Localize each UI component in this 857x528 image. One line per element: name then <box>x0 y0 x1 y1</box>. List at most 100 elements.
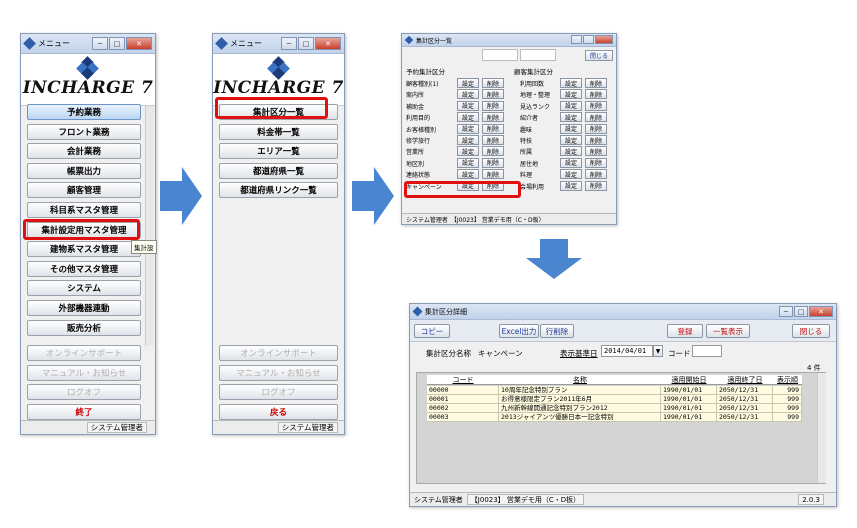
disabled-menu-button[interactable]: ログオフ <box>219 384 338 401</box>
category-list-titlebar[interactable]: 集計区分一覧 <box>402 34 616 47</box>
delete-button[interactable]: 削除 <box>585 78 607 88</box>
delete-button[interactable]: 削除 <box>482 135 504 145</box>
menu-item-button[interactable]: フロント業務 <box>27 123 141 140</box>
column-header[interactable]: 表示順 <box>773 375 802 385</box>
copy-button[interactable]: コピー <box>414 324 450 338</box>
close-button[interactable]: ✕ <box>126 37 152 50</box>
table-cell: 999 <box>773 395 802 404</box>
column-header[interactable]: 適用終了日 <box>717 375 773 385</box>
menu-item-button[interactable]: 顧客管理 <box>27 182 141 199</box>
set-button[interactable]: 設定 <box>560 135 582 145</box>
set-button[interactable]: 設定 <box>457 146 479 157</box>
date-dropdown-button[interactable]: ▼ <box>653 345 663 357</box>
disabled-menu-button[interactable]: マニュアル・お知らせ <box>219 364 338 381</box>
table-row[interactable]: 00003 2013ジャイアンツ優勝日本一記念特別 1990/01/01 2050/1… <box>427 413 802 422</box>
set-button[interactable]: 設定 <box>560 112 582 123</box>
disabled-menu-button[interactable]: ログオフ <box>27 384 141 401</box>
set-button[interactable]: 設定 <box>560 180 582 191</box>
delete-row-button[interactable]: 行削除 <box>540 324 574 338</box>
delete-button[interactable]: 削除 <box>585 123 607 134</box>
set-button[interactable]: 設定 <box>457 89 479 100</box>
main-menu-titlebar[interactable]: メニュー ─ □ ✕ <box>21 34 155 54</box>
menu-item-button[interactable]: 外部機器連動 <box>27 300 141 316</box>
set-button[interactable]: 設定 <box>457 100 479 111</box>
set-button[interactable]: 設定 <box>457 169 479 180</box>
set-button[interactable]: 設定 <box>560 89 582 100</box>
delete-button[interactable]: 削除 <box>585 89 607 100</box>
delete-button[interactable]: 削除 <box>482 78 504 88</box>
minimize-button[interactable]: ─ <box>281 37 297 50</box>
delete-button[interactable]: 削除 <box>585 100 607 111</box>
set-button[interactable]: 設定 <box>560 100 582 111</box>
set-button[interactable]: 設定 <box>457 123 479 134</box>
set-button[interactable]: 設定 <box>560 146 582 157</box>
delete-button[interactable]: 削除 <box>482 146 504 157</box>
table-row[interactable]: 00000 10周年記念特別プラン 1990/01/01 2050/12/31 999 <box>427 386 802 395</box>
submenu-item-button[interactable]: 都道府県リンク一覧 <box>219 182 338 199</box>
menu-scrollbar[interactable] <box>145 106 154 346</box>
column-header[interactable]: 適用開始日 <box>661 375 717 385</box>
register-button[interactable]: 登録 <box>667 324 703 338</box>
sub-menu-titlebar[interactable]: メニュー ─ □ ✕ <box>213 34 344 54</box>
delete-button[interactable]: 削除 <box>482 169 504 180</box>
delete-button[interactable]: 削除 <box>585 157 607 168</box>
menu-item-button[interactable]: その他マスタ管理 <box>27 260 141 277</box>
minimize-button[interactable]: ─ <box>92 37 108 50</box>
disabled-menu-button[interactable]: マニュアル・お知らせ <box>27 364 141 381</box>
set-button[interactable]: 設定 <box>560 157 582 168</box>
menu-item-button[interactable]: システム <box>27 280 141 297</box>
delete-button[interactable]: 削除 <box>482 112 504 123</box>
set-button[interactable]: 設定 <box>457 157 479 168</box>
minimize-button[interactable]: ─ <box>779 306 793 317</box>
set-button[interactable]: 設定 <box>560 123 582 134</box>
menu-item-button[interactable]: 会計業務 <box>27 143 141 160</box>
delete-button[interactable]: 削除 <box>585 180 607 191</box>
close-list-button[interactable]: 閉じる <box>585 50 613 61</box>
column-header[interactable]: 名称 <box>499 375 661 385</box>
menu-item-button[interactable]: 予約業務 <box>27 104 141 120</box>
close-detail-button[interactable]: 閉じる <box>792 324 830 338</box>
excel-export-button[interactable]: Excel出力 <box>499 324 539 338</box>
delete-button[interactable]: 削除 <box>482 100 504 111</box>
delete-button[interactable]: 削除 <box>482 157 504 168</box>
menu-item-button[interactable]: 建物系マスタ管理 <box>27 241 141 258</box>
submenu-item-button[interactable]: エリア一覧 <box>219 143 338 160</box>
code-input[interactable] <box>692 345 722 357</box>
category-detail-titlebar[interactable]: 集計区分詳細 ─ □ ✕ <box>410 304 836 320</box>
delete-button[interactable]: 削除 <box>585 169 607 180</box>
set-button[interactable]: 設定 <box>457 78 479 88</box>
menu-item-button[interactable]: 帳票出力 <box>27 162 141 179</box>
back-button[interactable]: 戻る <box>219 404 338 420</box>
close-button[interactable] <box>595 35 613 44</box>
maximize-button[interactable]: □ <box>109 37 125 50</box>
table-row[interactable]: 00001 お得意様限定プラン2011年6月 1990/01/01 2050/12/3… <box>427 395 802 404</box>
maximize-button[interactable]: □ <box>298 37 314 50</box>
menu-item-button[interactable]: 販売分析 <box>27 319 141 336</box>
maximize-button[interactable] <box>583 35 594 44</box>
date-input[interactable]: 2014/04/01 <box>601 345 653 357</box>
delete-button[interactable]: 削除 <box>585 112 607 123</box>
column-header[interactable]: コード <box>427 375 499 385</box>
delete-button[interactable]: 削除 <box>585 135 607 145</box>
menu-item-button[interactable]: 科目系マスタ管理 <box>27 202 141 218</box>
set-button[interactable]: 設定 <box>560 78 582 88</box>
close-button[interactable]: ✕ <box>809 306 833 317</box>
set-button[interactable]: 設定 <box>457 135 479 145</box>
status-bar: システム管理者 【J0023】 営業デモ用（C・D板） <box>402 213 616 224</box>
delete-button[interactable]: 削除 <box>585 146 607 157</box>
exit-button[interactable]: 終了 <box>27 404 141 420</box>
table-row[interactable]: 00002 九州新幹線開通記念特別プラン2012 1990/01/01 2050/12… <box>427 404 802 413</box>
maximize-button[interactable]: □ <box>794 306 808 317</box>
submenu-item-button[interactable]: 料金帯一覧 <box>219 123 338 140</box>
list-view-button[interactable]: 一覧表示 <box>706 324 750 338</box>
delete-button[interactable]: 削除 <box>482 89 504 100</box>
grid-scrollbar[interactable] <box>817 373 826 483</box>
close-button[interactable]: ✕ <box>315 37 341 50</box>
set-button[interactable]: 設定 <box>560 169 582 180</box>
set-button[interactable]: 設定 <box>457 112 479 123</box>
delete-button[interactable]: 削除 <box>482 123 504 134</box>
disabled-menu-button[interactable]: オンラインサポート <box>27 345 141 361</box>
minimize-button[interactable] <box>571 35 582 44</box>
disabled-menu-button[interactable]: オンラインサポート <box>219 345 338 361</box>
submenu-item-button[interactable]: 都道府県一覧 <box>219 162 338 179</box>
